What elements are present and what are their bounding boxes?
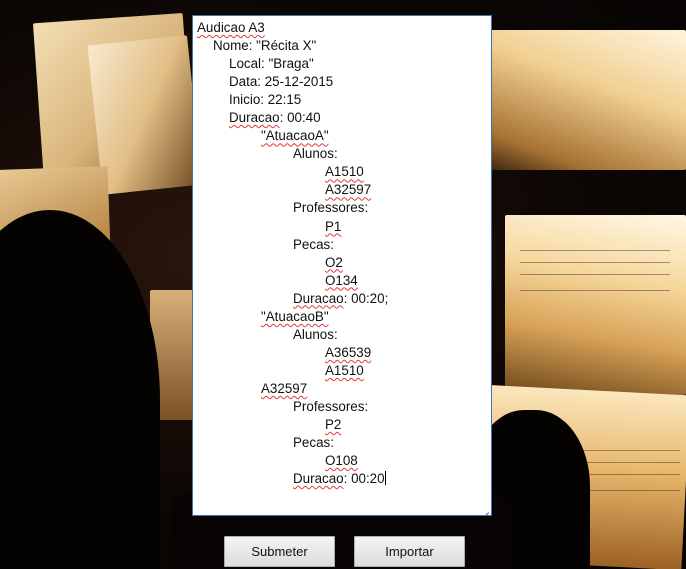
- import-button[interactable]: Importar: [354, 536, 465, 567]
- spellcheck-word: Duracao: [293, 471, 344, 487]
- text-line: Duracao: 00:20;: [197, 290, 491, 308]
- text-fragment: Professores:: [293, 200, 369, 216]
- staff-line: [520, 262, 670, 263]
- text-line: P2: [197, 416, 491, 434]
- text-line: Local: "Braga": [197, 55, 491, 73]
- spellcheck-word: A32597: [325, 182, 372, 198]
- text-fragment: Data: 25-12-2015: [229, 74, 334, 90]
- textarea-content: Audicao A3 Nome: "Récita X" Local: "Braga"…: [197, 19, 491, 488]
- text-line: Inicio: 22:15: [197, 91, 491, 109]
- text-line: A32597: [197, 380, 491, 398]
- text-line: Professores:: [197, 199, 491, 217]
- spellcheck-word: O134: [325, 272, 358, 288]
- text-line: Pecas:: [197, 434, 491, 452]
- text-line: "AtuacaoB": [197, 308, 491, 326]
- text-line: Data: 25-12-2015: [197, 73, 491, 91]
- spellcheck-word: A32597: [261, 380, 308, 396]
- text-fragment: : 00:20;: [343, 290, 389, 306]
- sheet-music-image: [505, 215, 686, 395]
- submit-button[interactable]: Submeter: [224, 536, 335, 567]
- spellcheck-word: O108: [325, 453, 358, 469]
- text-fragment: Pecas:: [293, 435, 334, 451]
- spellcheck-word: "AtuacaoB": [261, 308, 329, 324]
- spellcheck-word: Audicao A3: [197, 20, 265, 35]
- text-fragment: Professores:: [293, 398, 369, 414]
- text-fragment: Pecas: [293, 236, 331, 252]
- audition-textarea[interactable]: Audicao A3 Nome: "Récita X" Local: "Braga"…: [192, 15, 492, 516]
- text-fragment: Nome: "Récita X": [213, 38, 317, 54]
- text-line: P1: [197, 218, 491, 236]
- staff-line: [520, 274, 670, 275]
- text-fragment: Alunos:: [293, 146, 338, 162]
- text-line: A1510: [197, 362, 491, 380]
- spellcheck-word: P1: [325, 218, 342, 234]
- text-fragment: :: [330, 236, 334, 252]
- resize-grip-icon[interactable]: [481, 505, 489, 513]
- text-line: Nome: "Récita X": [197, 37, 491, 55]
- text-line: Pecas:: [197, 236, 491, 254]
- spellcheck-word: Duracao: [229, 110, 280, 126]
- text-line: Professores:: [197, 398, 491, 416]
- staff-line: [520, 250, 670, 251]
- text-line: Duracao: 00:20: [197, 470, 491, 488]
- text-line: Audicao A3: [197, 19, 491, 37]
- sheet-music-image: [470, 30, 686, 170]
- text-line: Duracao: 00:40: [197, 109, 491, 127]
- spellcheck-word: A1510: [325, 362, 364, 378]
- text-fragment: : 00:20: [343, 471, 385, 487]
- text-line: O134: [197, 272, 491, 290]
- text-line: O108: [197, 452, 491, 470]
- musician-silhouette: [0, 210, 160, 569]
- spellcheck-word: "AtuacaoA": [261, 128, 329, 144]
- spellcheck-word: Duracao: [293, 290, 344, 306]
- text-fragment: Local: "Braga": [229, 56, 314, 72]
- text-line: "AtuacaoA": [197, 127, 491, 145]
- text-fragment: : 00:40: [279, 110, 321, 126]
- spellcheck-word: O2: [325, 254, 343, 270]
- spellcheck-word: A36539: [325, 344, 372, 360]
- text-line: A36539: [197, 344, 491, 362]
- text-line: A1510: [197, 163, 491, 181]
- text-line: A32597: [197, 181, 491, 199]
- text-line: Alunos:: [197, 145, 491, 163]
- text-line: O2: [197, 254, 491, 272]
- text-line: Alunos:: [197, 326, 491, 344]
- spellcheck-word: A1510: [325, 164, 364, 180]
- text-fragment: Alunos:: [293, 326, 338, 342]
- staff-line: [520, 290, 670, 291]
- spellcheck-word: P2: [325, 417, 342, 433]
- text-fragment: Inicio: 22:15: [229, 92, 302, 108]
- text-caret: [384, 471, 386, 486]
